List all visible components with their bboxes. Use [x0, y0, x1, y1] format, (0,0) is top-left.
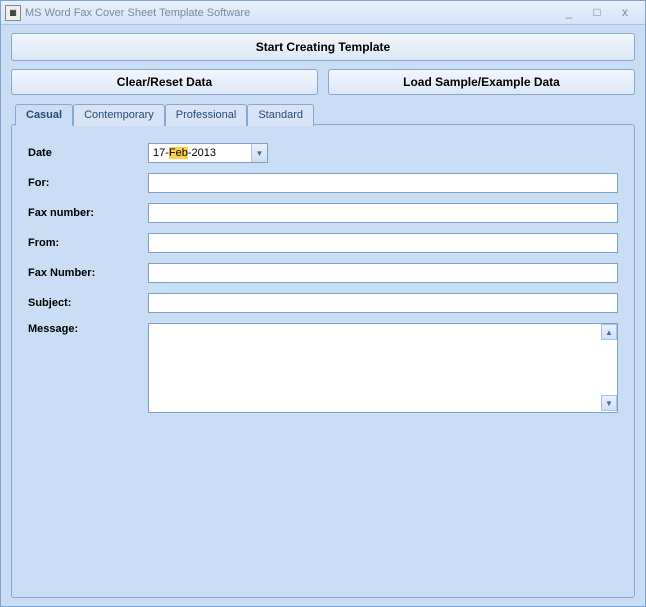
fax-number-1-input[interactable] — [148, 203, 618, 223]
tab-standard[interactable]: Standard — [247, 104, 314, 126]
from-label: From: — [28, 237, 148, 249]
date-dropdown-icon[interactable]: ▼ — [251, 144, 267, 162]
fax-number-2-input[interactable] — [148, 263, 618, 283]
for-label: For: — [28, 177, 148, 189]
date-highlight: Feb — [169, 147, 188, 159]
date-picker[interactable]: 17-Feb-2013 ▼ — [148, 143, 268, 163]
date-value: 17-Feb-2013 — [149, 147, 251, 159]
for-input[interactable] — [148, 173, 618, 193]
fax-number-1-row: Fax number: — [28, 203, 618, 223]
fax-number-2-label: Fax Number: — [28, 267, 148, 279]
minimize-button[interactable]: _ — [561, 5, 577, 21]
secondary-button-row: Clear/Reset Data Load Sample/Example Dat… — [11, 69, 635, 95]
window-controls: _ □ x — [561, 5, 641, 21]
from-row: From: — [28, 233, 618, 253]
window-title: MS Word Fax Cover Sheet Template Softwar… — [25, 7, 561, 19]
tab-container: Casual Contemporary Professional Standar… — [11, 103, 635, 598]
tab-professional[interactable]: Professional — [165, 104, 248, 126]
app-window: ▦ MS Word Fax Cover Sheet Template Softw… — [0, 0, 646, 607]
date-row: Date 17-Feb-2013 ▼ — [28, 143, 618, 163]
content-area: Start Creating Template Clear/Reset Data… — [1, 25, 645, 606]
from-input[interactable] — [148, 233, 618, 253]
message-row: Message: ▲ ▼ — [28, 323, 618, 416]
clear-reset-button[interactable]: Clear/Reset Data — [11, 69, 318, 95]
load-sample-button[interactable]: Load Sample/Example Data — [328, 69, 635, 95]
subject-label: Subject: — [28, 297, 148, 309]
fax-number-2-row: Fax Number: — [28, 263, 618, 283]
app-icon: ▦ — [5, 5, 21, 21]
message-label: Message: — [28, 323, 148, 416]
scroll-down-icon[interactable]: ▼ — [601, 395, 617, 411]
subject-row: Subject: — [28, 293, 618, 313]
titlebar: ▦ MS Word Fax Cover Sheet Template Softw… — [1, 1, 645, 25]
message-wrap: ▲ ▼ — [148, 323, 618, 416]
tab-panel-casual: Date 17-Feb-2013 ▼ For: Fax number: — [11, 124, 635, 598]
close-button[interactable]: x — [617, 5, 633, 21]
date-label: Date — [28, 147, 148, 159]
date-prefix: 17- — [153, 147, 169, 159]
tab-strip: Casual Contemporary Professional Standar… — [15, 103, 635, 125]
message-textarea[interactable] — [148, 323, 618, 413]
subject-input[interactable] — [148, 293, 618, 313]
maximize-button[interactable]: □ — [589, 5, 605, 21]
tab-contemporary[interactable]: Contemporary — [73, 104, 165, 126]
fax-number-1-label: Fax number: — [28, 207, 148, 219]
date-suffix: -2013 — [188, 147, 216, 159]
for-row: For: — [28, 173, 618, 193]
scroll-up-icon[interactable]: ▲ — [601, 324, 617, 340]
start-creating-button[interactable]: Start Creating Template — [11, 33, 635, 61]
tab-casual[interactable]: Casual — [15, 104, 73, 126]
